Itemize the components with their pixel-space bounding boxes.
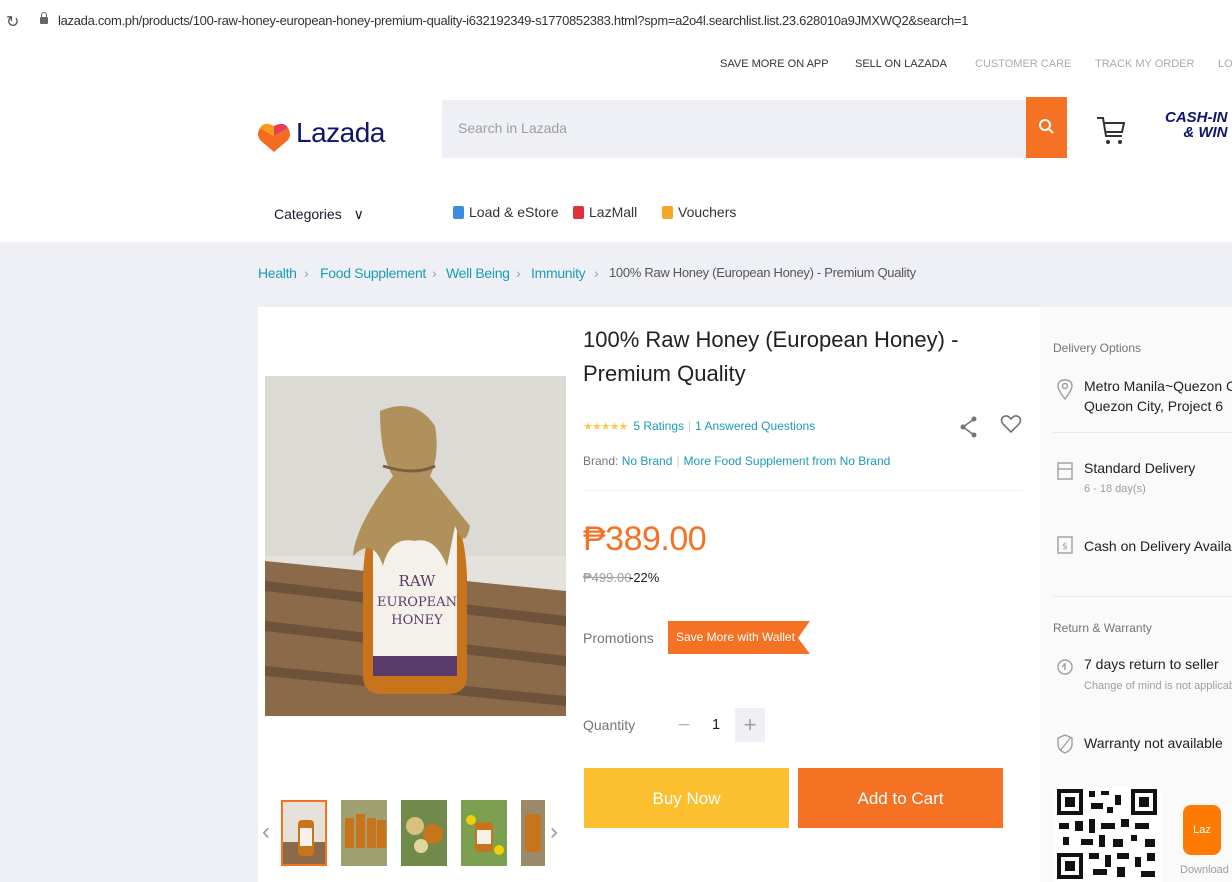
cash-icon: $ [1057, 536, 1073, 554]
thumbnail-4[interactable] [461, 800, 507, 866]
nav-lazmall[interactable]: LazMall [573, 204, 637, 220]
share-icon[interactable] [958, 415, 980, 439]
answered-questions-link[interactable]: 1 Answered Questions [695, 419, 815, 433]
return-warranty-heading: Return & Warranty [1053, 621, 1152, 635]
add-to-cart-button[interactable]: Add to Cart [798, 768, 1003, 828]
quantity-label: Quantity [583, 717, 636, 733]
promotions-label: Promotions [583, 630, 654, 646]
current-price: ₱389.00 [583, 520, 707, 558]
breadcrumb-sep-icon: › [304, 265, 309, 281]
lazmall-icon [573, 206, 584, 219]
divider [1053, 432, 1232, 433]
location-pin-icon [1057, 379, 1073, 400]
svg-text:$: $ [1062, 542, 1068, 552]
breadcrumb-current: 100% Raw Honey (European Honey) - Premiu… [609, 265, 916, 280]
ratings-link[interactable]: 5 Ratings [633, 419, 684, 433]
thumbnail-2[interactable] [341, 800, 387, 866]
login-link[interactable]: LO [1218, 58, 1232, 70]
lazada-app-icon[interactable]: Laz [1183, 805, 1221, 855]
save-more-on-app-link[interactable]: SAVE MORE ON APP [720, 58, 829, 70]
qr-code-icon [1055, 787, 1161, 882]
quantity-value[interactable]: 1 [706, 716, 726, 733]
jar-label-european: EUROPEAN [377, 595, 457, 610]
return-policy-label: 7 days return to seller [1084, 656, 1219, 672]
customer-care-link[interactable]: CUSTOMER CARE [975, 58, 1071, 70]
promo-line-2: & WIN [1183, 124, 1228, 141]
warranty-label: Warranty not available [1084, 735, 1223, 751]
thumb-prev-arrow-icon[interactable]: ‹ [262, 818, 270, 846]
buy-now-button[interactable]: Buy Now [584, 768, 789, 828]
delivery-location-line2: Quezon City, Project 6 [1084, 398, 1224, 414]
search-icon [1039, 119, 1054, 134]
cash-in-win-promo[interactable]: CASH-IN & WIN [1165, 110, 1228, 140]
delivery-options-heading: Delivery Options [1053, 341, 1142, 355]
jar-label-honey: HONEY [391, 613, 443, 628]
delivery-box-icon [1057, 462, 1073, 480]
brand-label: Brand: [583, 454, 619, 468]
track-my-order-link[interactable]: TRACK MY ORDER [1095, 58, 1194, 70]
delivery-location[interactable]: Metro Manila~Quezon City, Quezon City, P… [1084, 376, 1232, 416]
cart-icon[interactable] [1095, 114, 1127, 148]
breadcrumb-well-being[interactable]: Well Being [446, 265, 510, 281]
ratings-row: ★★★★★ 5 Ratings | 1 Answered Questions [583, 419, 816, 433]
star-rating-icon: ★★★★★ [583, 421, 628, 433]
divider [1053, 596, 1232, 597]
search-placeholder: Search in Lazada [458, 120, 567, 136]
chevron-down-icon: ∨ [353, 206, 364, 222]
sell-on-lazada-link[interactable]: SELL ON LAZADA [855, 58, 947, 70]
wishlist-heart-icon[interactable] [1000, 413, 1022, 435]
lazada-logo-text[interactable]: Lazada [296, 117, 385, 149]
promotion-tag-label: Save More with Wallet [676, 630, 795, 644]
categories-label: Categories [274, 206, 342, 222]
promotion-tag-tail [798, 621, 810, 654]
nav-lazmall-label: LazMall [589, 204, 638, 220]
categories-menu[interactable]: Categories ∨ [274, 206, 364, 223]
standard-delivery-days: 6 - 18 day(s) [1084, 483, 1146, 495]
jar-label-raw: RAW [399, 572, 437, 590]
voucher-icon [662, 206, 673, 219]
breadcrumb-sep-icon: › [432, 265, 437, 281]
search-button[interactable] [1026, 97, 1067, 158]
product-title: 100% Raw Honey (European Honey) - Premiu… [583, 327, 959, 386]
thumbnail-1[interactable] [281, 800, 327, 866]
more-from-brand-link[interactable]: More Food Supplement from No Brand [684, 454, 891, 468]
nav-load-label: Load & eStore [469, 204, 559, 220]
brand-link[interactable]: No Brand [622, 454, 673, 468]
cash-on-delivery-label: Cash on Delivery Available [1084, 538, 1232, 554]
promotion-tag[interactable]: Save More with Wallet ▼ [668, 621, 812, 654]
quantity-increase-button[interactable]: + [735, 708, 765, 742]
thumbnail-5[interactable] [521, 800, 545, 866]
return-policy-sub: Change of mind is not applicable [1084, 680, 1232, 692]
phone-icon [453, 206, 464, 219]
product-main-image[interactable]: RAW EUROPEAN HONEY [265, 376, 566, 716]
brand-row: Brand: No Brand | More Food Supplement fro… [583, 454, 891, 468]
reload-icon[interactable]: ↻ [6, 12, 19, 32]
url-text[interactable]: lazada.com.ph/products/100-raw-honey-eur… [58, 13, 969, 28]
breadcrumb-health[interactable]: Health [258, 265, 297, 281]
original-price: ₱499.00 [583, 570, 632, 585]
warranty-shield-icon [1057, 734, 1073, 754]
lazada-heart-icon[interactable] [258, 118, 290, 154]
lock-icon [40, 12, 48, 24]
nav-vouchers-label: Vouchers [678, 204, 737, 220]
return-icon [1057, 659, 1073, 675]
discount-percent: -22% [629, 570, 660, 585]
thumb-next-arrow-icon[interactable]: › [550, 818, 558, 846]
standard-delivery-label: Standard Delivery [1084, 460, 1196, 476]
thumbnail-3[interactable] [401, 800, 447, 866]
quantity-decrease-button[interactable]: − [672, 711, 696, 739]
delivery-location-line1: Metro Manila~Quezon City, [1084, 378, 1232, 394]
nav-vouchers[interactable]: Vouchers [662, 204, 736, 220]
nav-load-estore[interactable]: Load & eStore [453, 204, 559, 220]
download-app-label[interactable]: Download [1180, 864, 1229, 876]
breadcrumb-sep-icon: › [516, 265, 521, 281]
breadcrumb-sep-icon: › [594, 265, 599, 281]
divider [583, 490, 1023, 491]
breadcrumb-food-supplement[interactable]: Food Supplement [320, 265, 426, 281]
breadcrumb-immunity[interactable]: Immunity [531, 265, 586, 281]
promo-line-1: CASH-IN [1165, 109, 1228, 126]
